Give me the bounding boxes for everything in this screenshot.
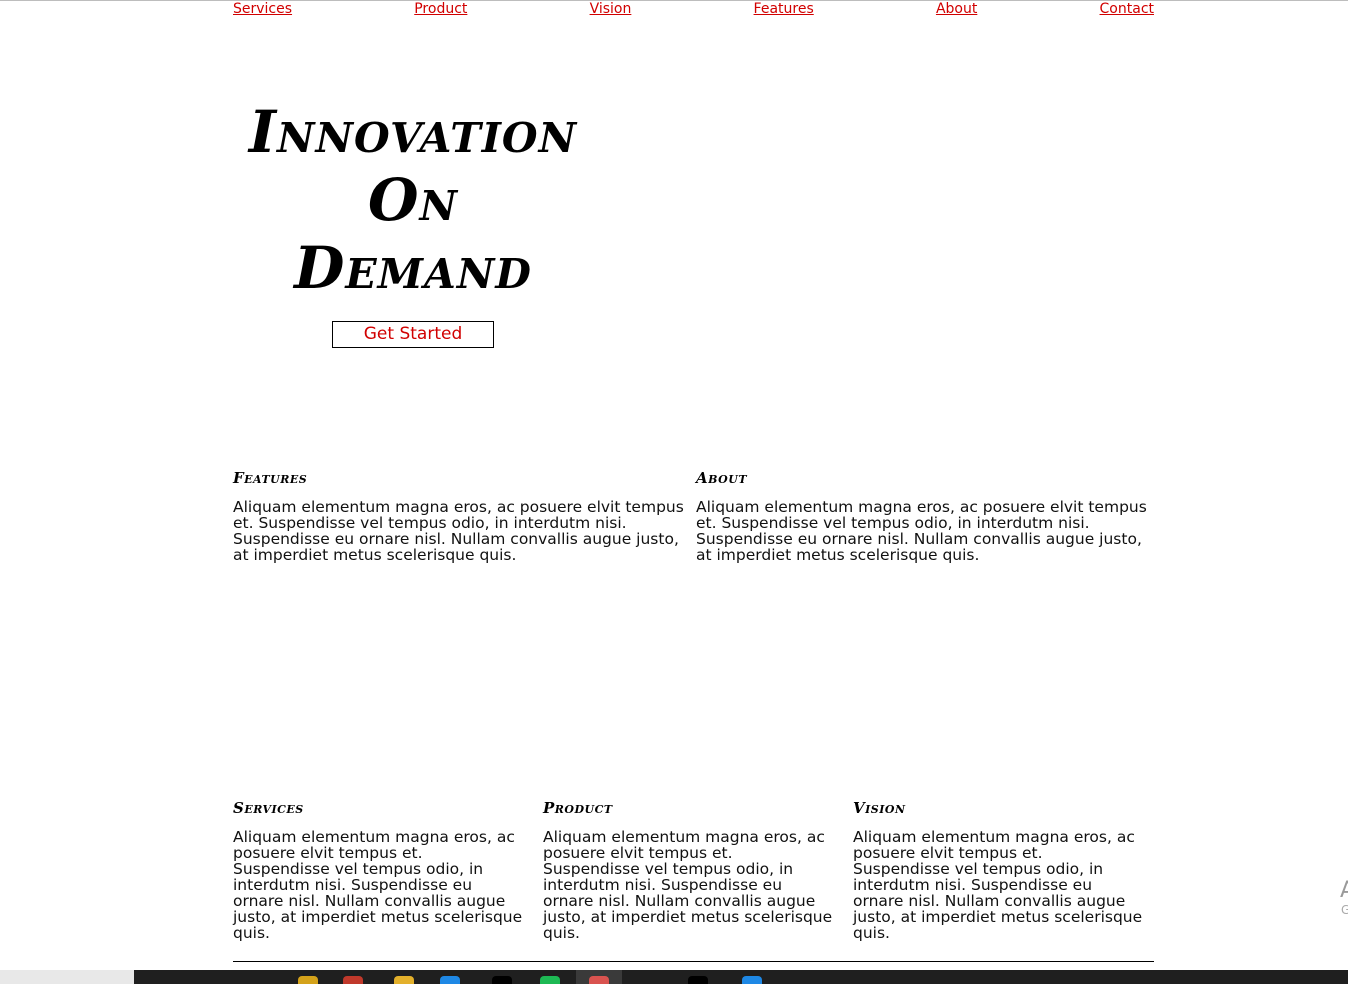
hero-title: Innovation On Demand (228, 98, 598, 302)
chrome-icon[interactable] (298, 976, 318, 984)
get-started-button[interactable]: Get Started (332, 321, 494, 348)
features-text: Aliquam elementum magna eros, ac posuere… (233, 498, 684, 564)
about-heading: About (696, 469, 747, 487)
terminal-icon[interactable] (492, 976, 512, 984)
about-section: About Aliquam elementum magna eros, ac p… (696, 469, 1151, 563)
services-section: Services Aliquam elementum magna eros, a… (233, 799, 523, 941)
vscode-icon[interactable] (440, 976, 460, 984)
app-icon-3[interactable] (742, 976, 762, 984)
top-navigation: Services Product Vision Features About C… (233, 1, 1154, 19)
hero-title-line-2: On (368, 166, 458, 234)
activate-watermark-fragment: A (1340, 878, 1348, 903)
nav-link-about[interactable]: About (936, 1, 977, 17)
product-section: Product Aliquam elementum magna eros, ac… (543, 799, 833, 941)
services-text: Aliquam elementum magna eros, ac posuere… (233, 828, 523, 942)
features-heading: Features (233, 469, 308, 487)
about-text: Aliquam elementum magna eros, ac posuere… (696, 498, 1147, 564)
product-heading: Product (543, 799, 613, 817)
hero-title-line-1: Innovation (248, 98, 578, 166)
hero-title-line-3: Demand (294, 234, 532, 302)
nav-link-features[interactable]: Features (754, 1, 814, 17)
app-icon[interactable] (343, 976, 363, 984)
features-section: Features Aliquam elementum magna eros, a… (233, 469, 688, 563)
services-heading: Services (233, 799, 304, 817)
nav-link-vision[interactable]: Vision (590, 1, 632, 17)
app-icon-2[interactable] (688, 976, 708, 984)
vision-text: Aliquam elementum magna eros, ac posuere… (853, 828, 1143, 942)
os-taskbar (0, 970, 1348, 984)
product-text: Aliquam elementum magna eros, ac posuere… (543, 828, 833, 942)
browser-icon[interactable] (589, 976, 609, 984)
nav-link-contact[interactable]: Contact (1100, 1, 1154, 17)
footer-divider (233, 961, 1154, 962)
folder-icon[interactable] (394, 976, 414, 984)
vision-heading: Vision (853, 799, 906, 817)
vision-section: Vision Aliquam elementum magna eros, ac … (853, 799, 1143, 941)
nav-link-product[interactable]: Product (414, 1, 467, 17)
taskbar-search-area[interactable] (0, 970, 134, 984)
spotify-icon[interactable] (540, 976, 560, 984)
activate-watermark-fragment-2: G (1341, 903, 1348, 917)
nav-link-services[interactable]: Services (233, 1, 292, 17)
